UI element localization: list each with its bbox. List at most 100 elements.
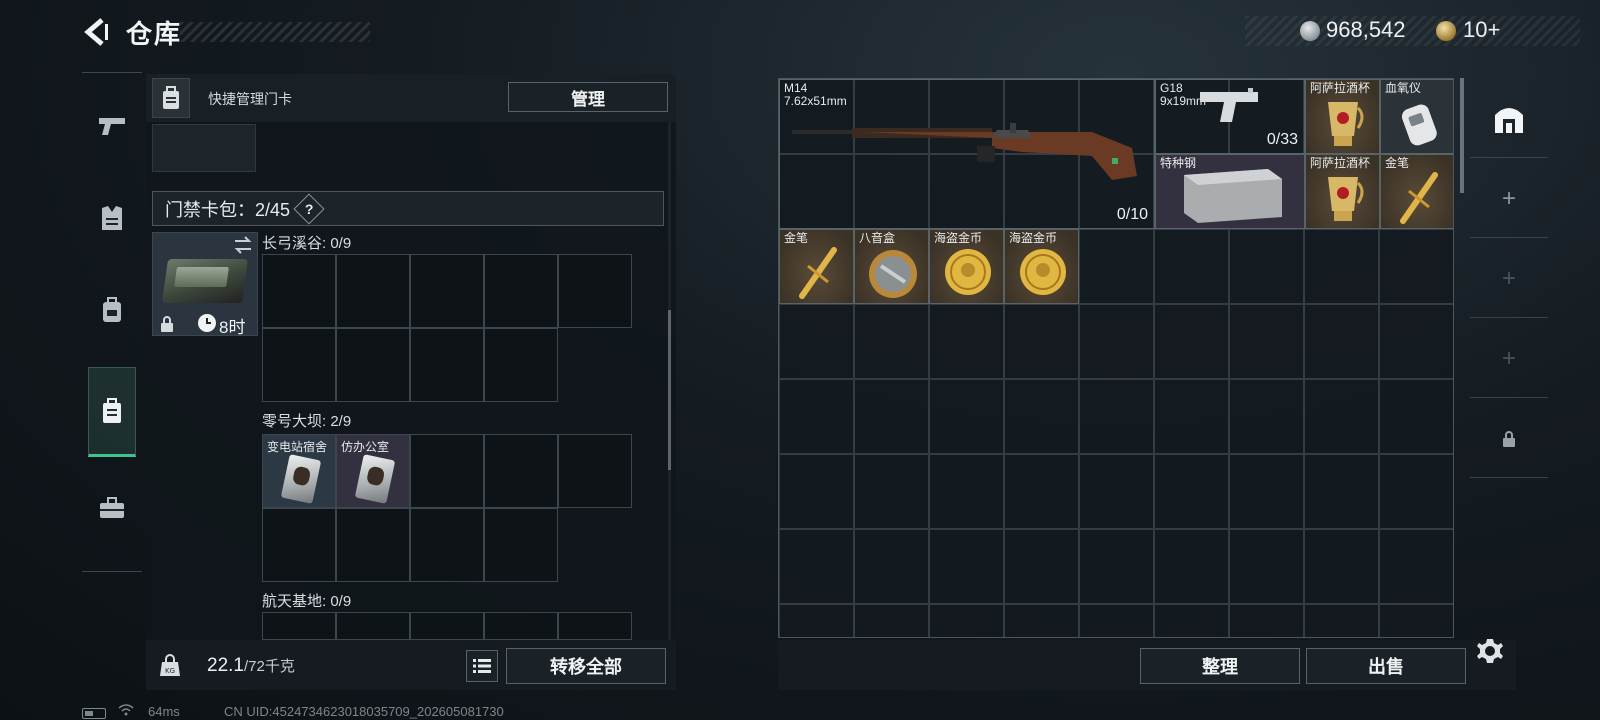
stash-cell[interactable]: [854, 529, 929, 604]
card-cell[interactable]: [410, 434, 484, 508]
stash-cell[interactable]: [1079, 529, 1154, 604]
stash-cell[interactable]: [1379, 229, 1453, 304]
stash-item-music-box[interactable]: 八音盒: [854, 229, 929, 304]
stash-cell[interactable]: [1079, 454, 1154, 529]
stash-item-g18[interactable]: G18 9x19mm 0/33: [1155, 79, 1305, 154]
card-cell[interactable]: [484, 328, 558, 402]
stash-cell[interactable]: [929, 304, 1004, 379]
card-cell[interactable]: [262, 254, 336, 328]
stash-scrollbar[interactable]: [1460, 78, 1464, 193]
card-cell[interactable]: [558, 612, 632, 640]
stash-cell[interactable]: [1154, 229, 1229, 304]
stash-cell[interactable]: [1079, 229, 1154, 304]
transfer-all-button[interactable]: 转移全部: [506, 648, 666, 684]
stash-cell[interactable]: [854, 304, 929, 379]
stash-item-gold-pen[interactable]: 金笔: [779, 229, 854, 304]
card-cell[interactable]: [336, 508, 410, 582]
card-cell[interactable]: [484, 508, 558, 582]
stash-cell[interactable]: [1079, 604, 1154, 637]
tab-safe-box[interactable]: [1470, 80, 1548, 158]
card-cell[interactable]: [336, 328, 410, 402]
stash-cell[interactable]: [1229, 229, 1304, 304]
stash-cell[interactable]: [1154, 379, 1229, 454]
card-cell[interactable]: [262, 508, 336, 582]
stash-cell[interactable]: [1229, 379, 1304, 454]
sell-button[interactable]: 出售: [1306, 648, 1466, 684]
stash-cell[interactable]: [1304, 604, 1379, 637]
sort-button[interactable]: 整理: [1140, 648, 1300, 684]
stash-cell[interactable]: [1304, 379, 1379, 454]
card-cell[interactable]: [484, 254, 558, 328]
card-cell[interactable]: [410, 254, 484, 328]
stash-cell[interactable]: [1154, 604, 1229, 637]
stash-cell[interactable]: [1229, 454, 1304, 529]
stash-item-special-steel[interactable]: 特种钢: [1155, 154, 1305, 229]
stash-cell[interactable]: [779, 454, 854, 529]
tab-add-storage[interactable]: +: [1470, 320, 1548, 398]
stash-cell[interactable]: [1379, 454, 1453, 529]
stash-cell[interactable]: [1304, 454, 1379, 529]
category-armor[interactable]: [88, 173, 136, 263]
stash-cell[interactable]: [1229, 529, 1304, 604]
category-supplies[interactable]: [88, 463, 136, 553]
stash-cell[interactable]: [1004, 304, 1079, 379]
stash-cell[interactable]: [1379, 304, 1453, 379]
stash-item-oximeter[interactable]: 血氧仪: [1380, 79, 1453, 154]
stash-item-cup[interactable]: 阿萨拉酒杯: [1305, 154, 1380, 229]
card-cell[interactable]: [410, 508, 484, 582]
keycard-item[interactable]: 仿办公室: [336, 434, 410, 508]
tab-locked[interactable]: [1470, 400, 1548, 478]
stash-item-pirate-coin[interactable]: 海盗金币: [1004, 229, 1079, 304]
stash-cell[interactable]: [1154, 454, 1229, 529]
tab-add-storage[interactable]: +: [1470, 160, 1548, 238]
card-cell[interactable]: [262, 328, 336, 402]
stash-cell[interactable]: [929, 379, 1004, 454]
stash-item-m14[interactable]: M14 7.62x51mm 0/10: [779, 79, 1155, 229]
stash-cell[interactable]: [1304, 229, 1379, 304]
stash-cell[interactable]: [854, 604, 929, 637]
card-cell[interactable]: [558, 434, 632, 508]
manage-button[interactable]: 管理: [508, 82, 668, 112]
stash-item-cup[interactable]: 阿萨拉酒杯: [1305, 79, 1380, 154]
scrollbar-thumb[interactable]: [668, 310, 671, 470]
stash-cell[interactable]: [1004, 379, 1079, 454]
list-view-button[interactable]: [466, 650, 498, 682]
stash-item-gold-pen[interactable]: 金笔: [1380, 154, 1453, 229]
swap-icon[interactable]: [232, 236, 254, 254]
stash-cell[interactable]: [1379, 379, 1453, 454]
keycard-item[interactable]: 变电站宿舍: [262, 434, 336, 508]
stash-item-pirate-coin[interactable]: 海盗金币: [929, 229, 1004, 304]
stash-cell[interactable]: [1379, 604, 1453, 637]
stash-cell[interactable]: [779, 379, 854, 454]
back-button[interactable]: [78, 14, 114, 50]
category-backpack[interactable]: [88, 265, 136, 355]
card-cell[interactable]: [410, 328, 484, 402]
stash-cell[interactable]: [929, 454, 1004, 529]
stash-cell[interactable]: [1379, 529, 1453, 604]
stash-cell[interactable]: [1004, 529, 1079, 604]
category-weapons[interactable]: [88, 81, 136, 171]
stash-cell[interactable]: [779, 529, 854, 604]
stash-cell[interactable]: [1079, 304, 1154, 379]
stash-cell[interactable]: [929, 604, 1004, 637]
tab-add-storage[interactable]: +: [1470, 240, 1548, 318]
stash-cell[interactable]: [929, 529, 1004, 604]
help-button[interactable]: ?: [293, 192, 325, 225]
card-cell[interactable]: [484, 434, 558, 508]
card-cell[interactable]: [410, 612, 484, 640]
gear-icon[interactable]: [1475, 636, 1505, 666]
card-cell[interactable]: [336, 612, 410, 640]
stash-cell[interactable]: [854, 379, 929, 454]
stash-cell[interactable]: [1004, 454, 1079, 529]
category-keycards[interactable]: [88, 367, 136, 457]
stash-cell[interactable]: [1229, 604, 1304, 637]
card-cell[interactable]: [484, 612, 558, 640]
stash-cell[interactable]: [1154, 304, 1229, 379]
stash-cell[interactable]: [1079, 379, 1154, 454]
ticket-balance[interactable]: 10+: [1463, 17, 1500, 43]
card-cell[interactable]: [558, 254, 632, 328]
stash-cell[interactable]: [1304, 304, 1379, 379]
stash-cell[interactable]: [779, 304, 854, 379]
stash-cell[interactable]: [1229, 304, 1304, 379]
empty-card-slot[interactable]: [152, 124, 256, 172]
